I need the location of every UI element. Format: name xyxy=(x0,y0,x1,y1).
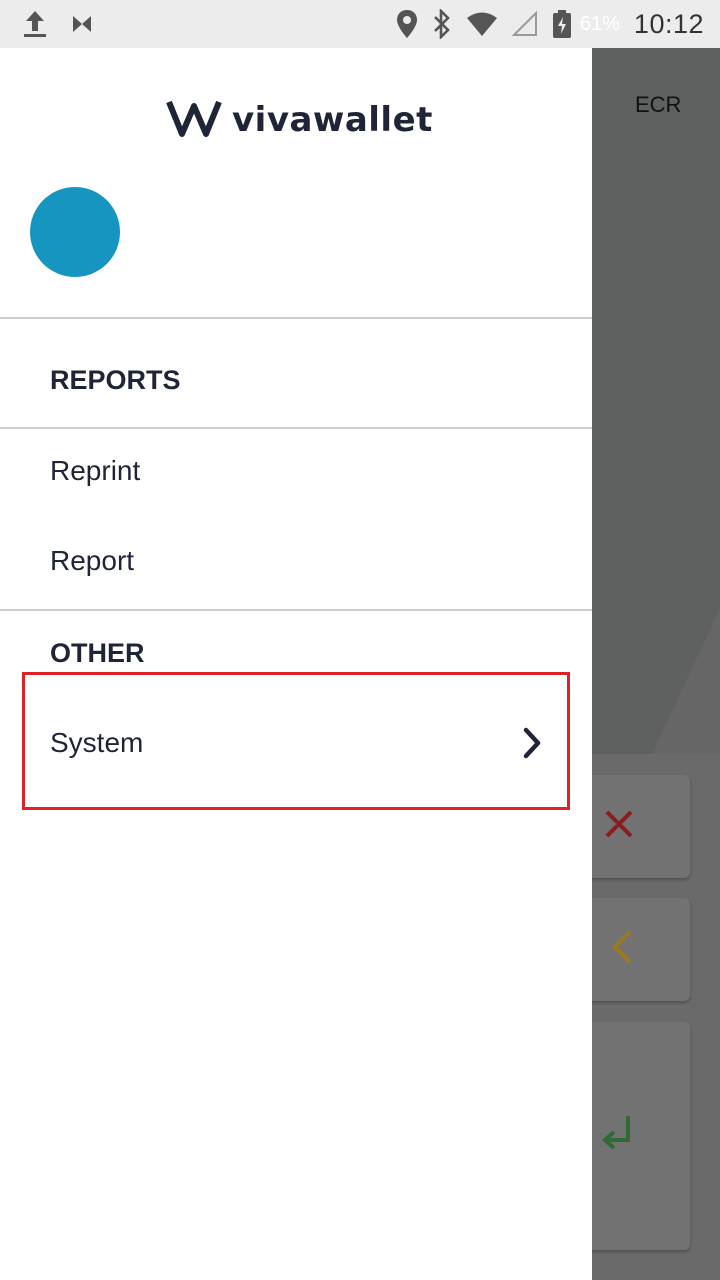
section-title-reports: REPORTS xyxy=(50,365,181,395)
menu-item-label: Report xyxy=(50,545,135,576)
close-icon xyxy=(604,809,634,844)
enter-icon xyxy=(600,1114,634,1159)
background-decoration xyxy=(652,608,720,754)
upload-icon xyxy=(22,9,48,39)
logo-text: vivawallet xyxy=(232,100,433,140)
bluetooth-icon xyxy=(432,9,452,39)
vivawallet-logo: vivawallet xyxy=(166,100,433,140)
menu-item-report[interactable]: Report xyxy=(0,516,592,606)
menu-item-label: Reprint xyxy=(50,455,141,486)
chevron-left-icon xyxy=(610,929,634,970)
screen: 61% 10:12 ECR vivawallet REPORTS Reprint… xyxy=(0,0,720,1280)
divider xyxy=(0,317,592,319)
battery-percent: 61% xyxy=(579,12,620,35)
clock: 10:12 xyxy=(633,8,704,39)
app-notification-icon xyxy=(70,12,94,36)
status-bar: 61% 10:12 xyxy=(0,0,720,48)
navigation-drawer: vivawallet REPORTS Reprint Report OTHER … xyxy=(0,48,592,1280)
section-title-other: OTHER xyxy=(50,638,145,668)
menu-item-reprint[interactable]: Reprint xyxy=(0,426,592,516)
battery-icon xyxy=(552,9,572,39)
avatar[interactable] xyxy=(30,187,120,277)
vivawallet-logo-icon xyxy=(166,98,222,143)
wifi-icon xyxy=(466,11,498,37)
signal-icon xyxy=(511,11,538,37)
ecr-label: ECR xyxy=(635,92,682,117)
location-icon xyxy=(396,9,418,39)
divider xyxy=(0,609,592,611)
highlight-box xyxy=(22,672,570,810)
